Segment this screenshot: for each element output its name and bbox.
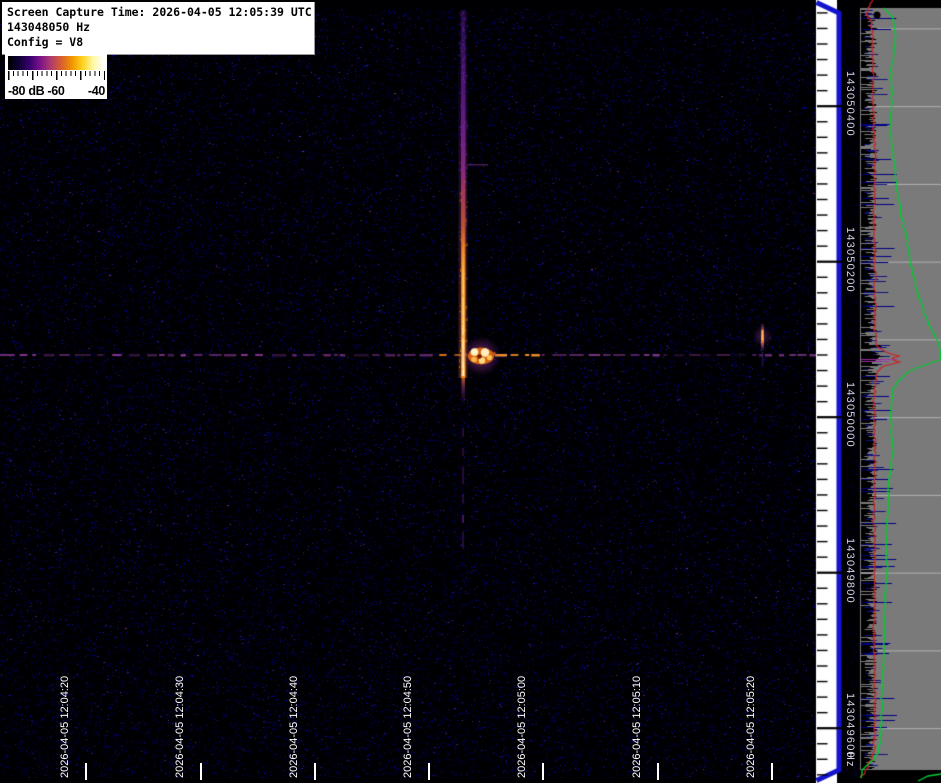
colorbar-label-right: -40 — [88, 84, 105, 98]
colorbar-label-mid: -60 — [47, 84, 64, 98]
capture-time-text: Screen Capture Time: 2026-04-05 12:05:39… — [7, 5, 311, 20]
spectrogram-canvas — [0, 0, 941, 783]
config-text: Config = V8 — [7, 35, 311, 50]
colorbar-label-left: -80 dB — [8, 84, 44, 98]
colorbar-major-ticks — [8, 71, 105, 80]
colorbar-gradient — [8, 56, 104, 70]
frequency-text: 143048050 Hz — [7, 20, 311, 35]
screen-capture-window: Screen Capture Time: 2026-04-05 12:05:39… — [0, 0, 941, 783]
info-box: Screen Capture Time: 2026-04-05 12:05:39… — [2, 2, 315, 55]
colorbar: -80 dB -60 -40 — [5, 53, 107, 99]
colorbar-labels: -80 dB -60 -40 — [8, 84, 105, 98]
